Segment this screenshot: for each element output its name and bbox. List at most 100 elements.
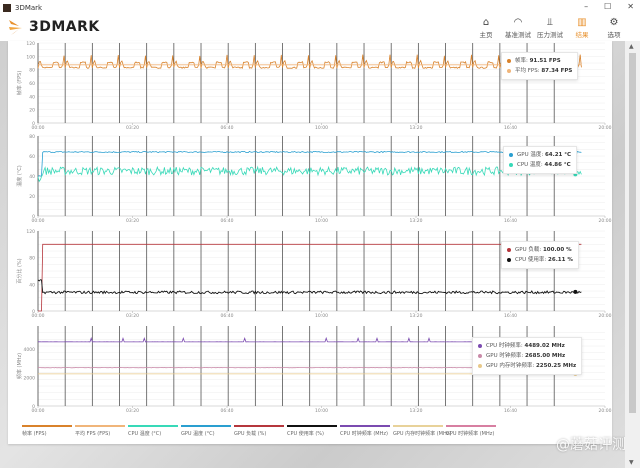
x-tick-label: 06:40 — [221, 125, 234, 131]
tooltip-label: GPU 时钟频率: — [486, 353, 524, 359]
legend-swatch — [234, 425, 284, 427]
legend-item[interactable]: GPU 负载 (%) — [234, 425, 284, 437]
y-tick-label: 4000 — [24, 347, 36, 353]
legend-item[interactable]: CPU 温度 (°C) — [128, 425, 178, 437]
minimize-button[interactable]: – — [584, 2, 588, 11]
tooltip-value: 2685.00 MHz — [524, 353, 566, 359]
home-icon: ⌂ — [482, 17, 490, 28]
x-tick-label: 00:00 — [32, 313, 45, 319]
scroll-up-icon[interactable]: ▲ — [629, 43, 634, 50]
x-tick-label: 10:00 — [315, 125, 328, 131]
tooltip-row: 帧率: 91.51 FPS — [507, 56, 572, 66]
legend-swatch — [75, 425, 125, 427]
x-tick-label: 03:20 — [126, 408, 139, 414]
gauge-icon: ◠ — [513, 17, 523, 28]
nav-1[interactable]: ◠ 基准测试 — [502, 15, 534, 39]
tooltip-label: 帧率: — [515, 58, 528, 64]
scroll-down-icon[interactable]: ▼ — [629, 459, 634, 466]
nav-3[interactable]: ▥ 结果 — [566, 15, 598, 39]
x-tick-label: 13:20 — [410, 408, 423, 414]
legend-swatch — [287, 425, 337, 427]
scrollbar-thumb[interactable] — [629, 53, 636, 413]
nav-0[interactable]: ⌂ 主页 — [470, 15, 502, 39]
x-tick-label: 13:20 — [410, 313, 423, 319]
y-axis-label: 帧率 (FPS) — [16, 71, 23, 96]
y-tick-label: 2000 — [24, 375, 36, 381]
legend-label: GPU 时钟频率 (MHz) — [446, 431, 495, 437]
tooltip-label: CPU 使用率: — [515, 257, 547, 263]
tooltip-temp: GPU 温度: 64.21 °C CPU 温度: 44.86 °C — [503, 146, 578, 174]
x-tick-label: 20:00 — [599, 125, 612, 131]
nav-label: 压力测试 — [537, 31, 563, 39]
legend-item[interactable]: 帧率 (FPS) — [22, 425, 72, 437]
series-marker — [573, 289, 578, 294]
results-bar-icon: ▥ — [577, 17, 587, 28]
tooltip-row: GPU 温度: 64.21 °C — [509, 150, 571, 160]
x-tick-label: 13:20 — [410, 125, 423, 131]
series-dot-icon — [478, 353, 482, 358]
tooltip-label: 平均 FPS: — [515, 68, 540, 74]
y-axis-label: 频率 (MHz) — [16, 353, 23, 379]
x-tick-label: 00:00 — [32, 218, 45, 224]
series-dot-icon — [507, 68, 511, 73]
nav-label: 选项 — [607, 31, 621, 39]
y-tick-label: 120 — [26, 41, 35, 47]
maximize-button[interactable]: ☐ — [604, 2, 611, 11]
logo-text: 3DMARK — [29, 19, 100, 35]
x-tick-label: 16:40 — [504, 408, 517, 414]
x-tick-label: 03:20 — [126, 218, 139, 224]
legend-item[interactable]: CPU 时钟频率 (MHz) — [340, 425, 390, 437]
legend-item[interactable]: 平均 FPS (FPS) — [75, 425, 125, 437]
x-tick-label: 20:00 — [599, 408, 612, 414]
x-tick-label: 10:00 — [315, 408, 328, 414]
legend-label: CPU 使用率 (%) — [287, 431, 324, 437]
y-tick-label: 80 — [29, 134, 35, 140]
legend-item[interactable]: CPU 使用率 (%) — [287, 425, 337, 437]
y-tick-label: 80 — [29, 256, 35, 262]
logo: 3DMARK — [8, 18, 100, 36]
series-dot-icon — [507, 58, 511, 63]
x-tick-label: 13:20 — [410, 218, 423, 224]
tooltip-load: GPU 负载: 100.00 % CPU 使用率: 26.11 % — [501, 241, 579, 269]
legend-label: GPU 温度 (°C) — [181, 431, 215, 437]
legend-item[interactable]: GPU 时钟频率 (MHz) — [446, 425, 496, 437]
close-button[interactable]: ✕ — [627, 2, 634, 11]
logo-mark-icon — [9, 20, 22, 35]
series-dot-icon — [478, 363, 482, 368]
nav-4[interactable]: ⚙ 选项 — [598, 15, 630, 39]
y-tick-label: 40 — [29, 94, 35, 100]
legend-swatch — [181, 425, 231, 427]
x-tick-label: 10:00 — [315, 313, 328, 319]
chart-legend: 帧率 (FPS) 平均 FPS (FPS) CPU 温度 (°C) GPU 温度 (°… — [22, 425, 496, 437]
tooltip-row: GPU 内存时钟频率: 2250.25 MHz — [478, 361, 576, 371]
y-tick-label: 100 — [26, 54, 35, 60]
tooltip-label: GPU 负载: — [515, 247, 542, 253]
scrollbar[interactable]: ▲ ▼ — [625, 41, 640, 468]
x-tick-label: 20:00 — [599, 218, 612, 224]
legend-label: 平均 FPS (FPS) — [75, 431, 111, 437]
gear-icon: ⚙ — [609, 17, 619, 28]
legend-item[interactable]: GPU 内存时钟频率 (MHz) — [393, 425, 452, 437]
title-bar: 3DMark – ☐ ✕ — [0, 0, 640, 15]
stress-chart-icon: ⫫ — [547, 17, 553, 28]
x-tick-label: 10:00 — [315, 218, 328, 224]
series-dot-icon — [509, 162, 513, 167]
nav-label: 结果 — [575, 31, 589, 39]
y-axis-label: 温度 (°C) — [16, 165, 23, 187]
y-tick-label: 60 — [29, 154, 35, 160]
y-tick-label: 60 — [29, 81, 35, 87]
x-tick-label: 03:20 — [126, 313, 139, 319]
legend-item[interactable]: GPU 温度 (°C) — [181, 425, 231, 437]
tooltip-label: CPU 温度: — [517, 162, 543, 168]
x-tick-label: 03:20 — [126, 125, 139, 131]
legend-label: GPU 内存时钟频率 (MHz) — [393, 431, 452, 437]
tooltip-fps: 帧率: 91.51 FPS 平均 FPS: 87.34 FPS — [501, 52, 579, 80]
nav-2[interactable]: ⫫ 压力测试 — [534, 15, 566, 39]
main-nav: ⌂ 主页 ◠ 基准测试 ⫫ 压力测试 ▥ 结果 ⚙ 选项 — [470, 15, 630, 39]
tooltip-value: 4489.02 MHz — [524, 343, 565, 349]
series-dot-icon — [509, 152, 513, 157]
watermark: @蘑菇评测 — [556, 437, 626, 453]
x-tick-label: 16:40 — [504, 313, 517, 319]
x-tick-label: 20:00 — [599, 313, 612, 319]
tooltip-label: GPU 内存时钟频率: — [486, 363, 535, 369]
